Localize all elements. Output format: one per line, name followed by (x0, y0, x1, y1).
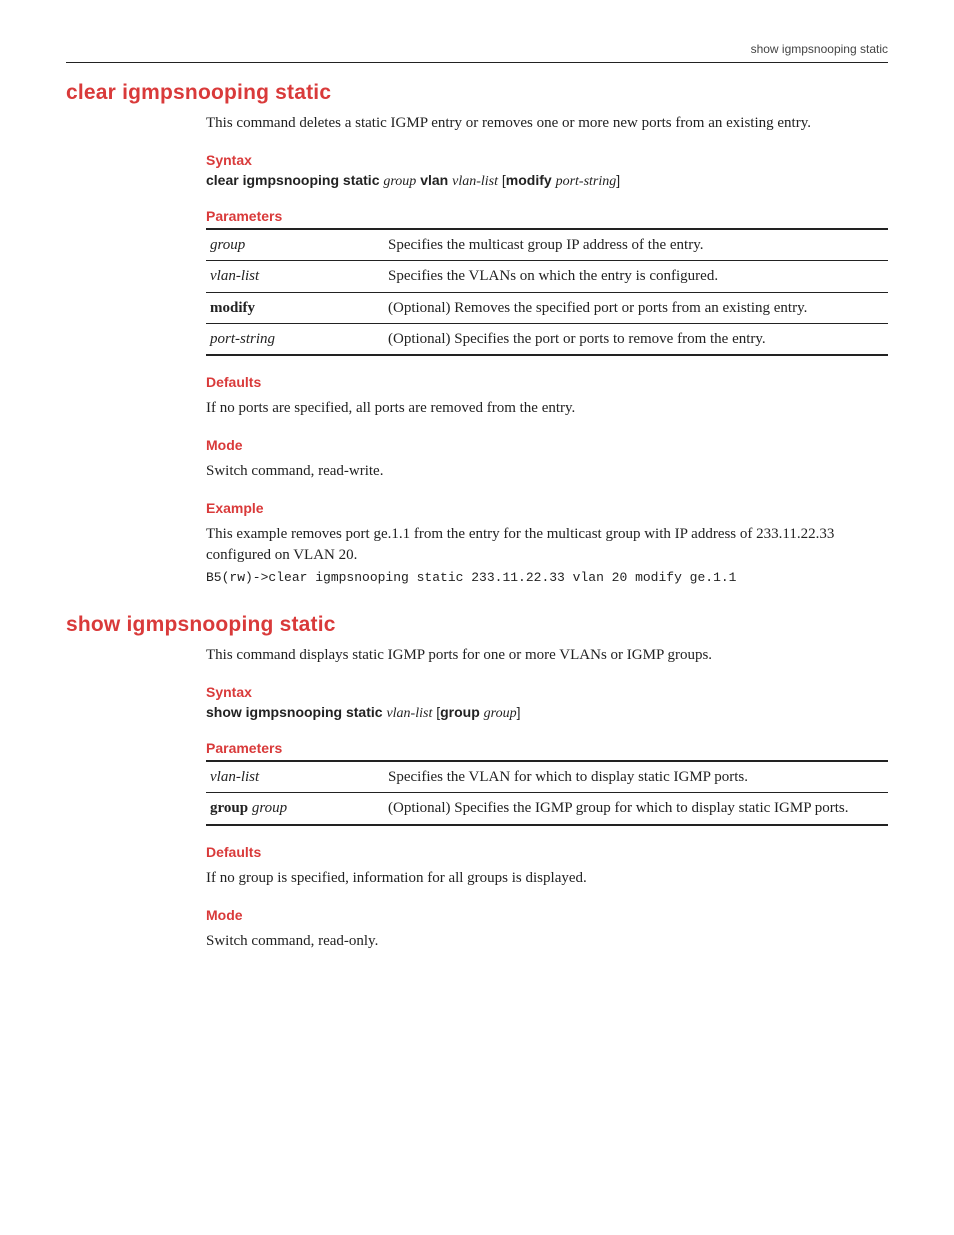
param-desc: Specifies the VLANs on which the entry i… (384, 261, 888, 292)
param-desc: Specifies the multicast group IP address… (384, 229, 888, 261)
param-name: vlan-list (206, 261, 384, 292)
table-row: vlan-list Specifies the VLANs on which t… (206, 261, 888, 292)
table-row: group group (Optional) Specifies the IGM… (206, 793, 888, 825)
defaults-heading-2: Defaults (206, 844, 888, 860)
mode-heading-2: Mode (206, 907, 888, 923)
param-name: modify (206, 292, 384, 323)
param-name: group group (206, 793, 384, 825)
syntax-heading-1: Syntax (206, 152, 888, 168)
parameters-table-2: vlan-list Specifies the VLAN for which t… (206, 760, 888, 826)
param-desc: (Optional) Specifies the port or ports t… (384, 323, 888, 355)
syntax-line-1: clear igmpsnooping static group vlan vla… (206, 172, 888, 190)
syntax-heading-2: Syntax (206, 684, 888, 700)
parameters-heading-1: Parameters (206, 208, 888, 224)
mode-heading-1: Mode (206, 437, 888, 453)
command-1-intro: This command deletes a static IGMP entry… (206, 113, 888, 134)
command-2-intro: This command displays static IGMP ports … (206, 645, 888, 666)
parameters-heading-2: Parameters (206, 740, 888, 756)
table-row: port-string (Optional) Specifies the por… (206, 323, 888, 355)
example-text-1: This example removes port ge.1.1 from th… (206, 524, 888, 566)
defaults-heading-1: Defaults (206, 374, 888, 390)
param-name: group (206, 229, 384, 261)
table-row: vlan-list Specifies the VLAN for which t… (206, 761, 888, 793)
param-desc: (Optional) Removes the specified port or… (384, 292, 888, 323)
command-1-title: clear igmpsnooping static (66, 81, 888, 105)
mode-text-2: Switch command, read-only. (206, 931, 888, 952)
breadcrumb: show igmpsnooping static (751, 42, 888, 56)
mode-text-1: Switch command, read-write. (206, 461, 888, 482)
header-bar: show igmpsnooping static (66, 42, 888, 63)
table-row: modify (Optional) Removes the specified … (206, 292, 888, 323)
example-code-1: B5(rw)->clear igmpsnooping static 233.11… (206, 570, 888, 585)
param-desc: (Optional) Specifies the IGMP group for … (384, 793, 888, 825)
syntax-line-2: show igmpsnooping static vlan-list [grou… (206, 704, 888, 722)
param-desc: Specifies the VLAN for which to display … (384, 761, 888, 793)
param-name: port-string (206, 323, 384, 355)
defaults-text-2: If no group is specified, information fo… (206, 868, 888, 889)
command-2-title: show igmpsnooping static (66, 613, 888, 637)
defaults-text-1: If no ports are specified, all ports are… (206, 398, 888, 419)
parameters-table-1: group Specifies the multicast group IP a… (206, 228, 888, 356)
example-heading-1: Example (206, 500, 888, 516)
table-row: group Specifies the multicast group IP a… (206, 229, 888, 261)
param-name: vlan-list (206, 761, 384, 793)
